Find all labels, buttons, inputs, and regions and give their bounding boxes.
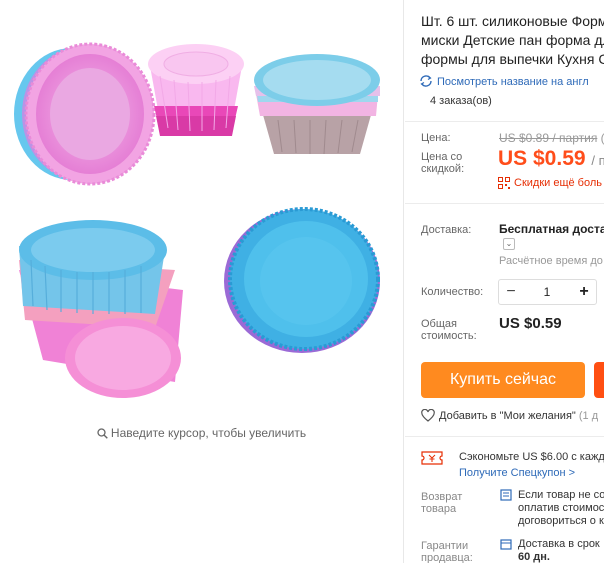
returns-label: Возврат товара	[421, 491, 462, 515]
qr-code-icon	[498, 177, 510, 189]
more-discounts-text: Скидки ещё боль	[514, 177, 602, 189]
discount-label-line: скидкой:	[421, 163, 465, 175]
returns-text-line: Если товар не со	[518, 489, 604, 501]
add-to-wishlist-link[interactable]: Добавить в "Мои желания" (1 д	[421, 409, 598, 422]
total-price: US $0.59	[499, 315, 562, 332]
wishlist-text: Добавить в "Мои желания"	[439, 410, 576, 422]
shipping-time: Расчётное время до	[499, 255, 603, 267]
title-line: миски Детские пан форма дл	[421, 32, 604, 48]
cupcake-liner-blue-pink-stack	[19, 220, 183, 398]
magnifier-icon	[97, 428, 108, 439]
guarantee-text-line: Доставка в срок	[518, 538, 600, 550]
discount-label-line: Цена со	[421, 151, 463, 163]
return-policy-icon	[500, 489, 512, 501]
shipping-label: Доставка:	[421, 224, 472, 236]
quantity-label: Количество:	[421, 286, 484, 298]
coupon-icon	[421, 451, 443, 465]
old-price: US $0.89 / партия (6	[499, 131, 604, 145]
zoom-hint-text: Наведите курсор, чтобы увеличить	[110, 426, 307, 440]
translate-icon	[420, 75, 432, 87]
gallery-divider	[403, 0, 404, 563]
coupon-savings: Сэкономьте US $6.00 с кажд	[459, 451, 604, 463]
returns-label-line: Возврат	[421, 491, 463, 503]
get-coupon-link[interactable]: Получите Спецкупон >	[459, 467, 575, 479]
quantity-input[interactable]: 1	[527, 280, 567, 304]
price-unit: / па	[591, 153, 604, 168]
discount-price-label: Цена со скидкой:	[421, 151, 464, 175]
total-label: Общая стоимость:	[421, 318, 477, 342]
shipping-value: Бесплатная достав	[499, 222, 604, 236]
product-info: Шт. 6 шт. силиконовые Форм миски Детские…	[405, 0, 604, 563]
orders-count: 4 заказа(ов)	[430, 95, 492, 107]
chevron-down-icon[interactable]: ⌄	[503, 238, 515, 250]
add-to-cart-button[interactable]	[594, 362, 604, 398]
more-discounts-link[interactable]: Скидки ещё боль	[498, 177, 602, 189]
product-image[interactable]: Наведите курсор, чтобы увеличить	[0, 0, 403, 563]
returns-text: Если товар не со оплатив стоимос договор…	[518, 489, 604, 528]
quantity-increase-button[interactable]: +	[572, 280, 596, 304]
title-line: Шт. 6 шт. силиконовые Форм	[421, 13, 604, 29]
returns-label-line: товара	[421, 503, 457, 515]
product-title: Шт. 6 шт. силиконовые Форм миски Детские…	[421, 12, 604, 69]
total-label-line: стоимость:	[421, 330, 477, 342]
guarantee-label-line: Гарантии	[421, 540, 469, 552]
wishlist-count: (1 д	[578, 410, 599, 422]
returns-text-line: договориться о к	[518, 515, 604, 527]
heart-icon	[421, 409, 435, 422]
price-label: Цена:	[421, 132, 451, 144]
buy-now-button[interactable]: Купить сейчас	[421, 362, 585, 398]
current-price: US $0.59 / па	[498, 147, 604, 171]
guarantee-days: 60 дн.	[518, 551, 550, 563]
translate-link-text: Посмотреть название на англ	[437, 76, 589, 88]
guarantee-label-line: продавца:	[421, 552, 473, 563]
current-price-value: US $0.59	[498, 147, 586, 170]
returns-text-line: оплатив стоимос	[518, 502, 604, 514]
cupcake-liner-pink-stack	[148, 44, 244, 136]
quantity-decrease-button[interactable]: −	[499, 280, 523, 304]
translate-title-link[interactable]: Посмотреть название на англ	[419, 74, 589, 88]
guarantee-label: Гарантии продавца:	[421, 540, 473, 563]
old-price-value: US $0.89 / партия	[499, 131, 598, 145]
total-label-line: Общая	[421, 318, 457, 330]
shield-icon	[500, 539, 512, 550]
cupcake-liner-blue-top	[224, 207, 380, 353]
quantity-stepper: − 1 +	[498, 279, 597, 305]
guarantee-text: Доставка в срок 60 дн.	[518, 538, 600, 563]
cupcake-liner-pink-side	[14, 42, 156, 186]
cupcake-liner-grey-stack	[254, 54, 380, 155]
zoom-hint: Наведите курсор, чтобы увеличить	[0, 426, 403, 440]
title-line: формы для выпечки Кухня С	[421, 51, 604, 67]
